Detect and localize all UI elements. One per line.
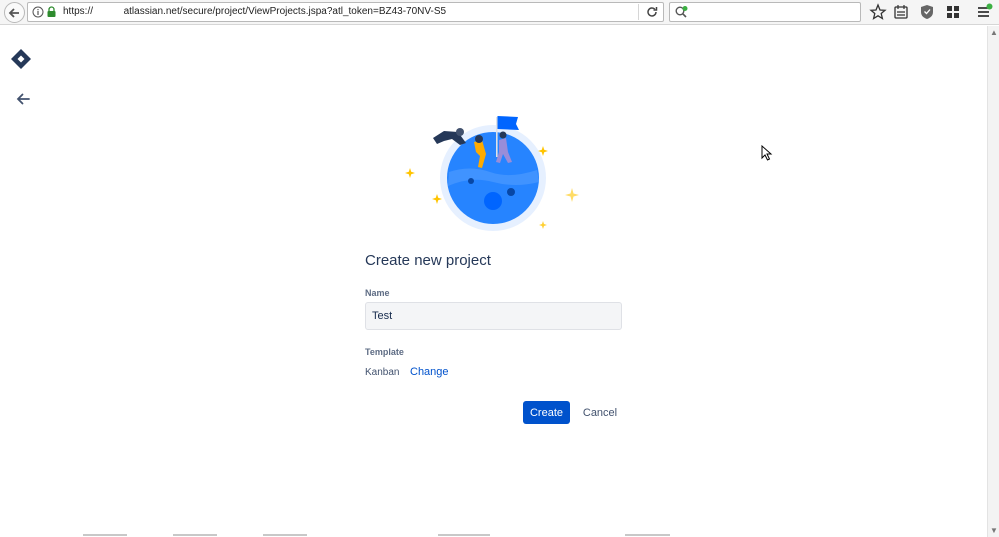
reading-list-icon[interactable] xyxy=(892,3,910,21)
page-title: Create new project xyxy=(365,252,491,269)
search-bar[interactable] xyxy=(669,2,861,22)
scroll-up-icon[interactable]: ▲ xyxy=(990,28,998,37)
vertical-scrollbar[interactable]: ▲ ▼ xyxy=(987,26,999,537)
extensions-icon[interactable] xyxy=(944,3,962,21)
create-button[interactable]: Create xyxy=(523,401,570,424)
search-icon xyxy=(675,6,688,18)
url-path: atlassian.net/secure/project/ViewProject… xyxy=(123,6,447,17)
url-bar[interactable]: https:// atlassian.net/secure/project/Vi… xyxy=(27,2,664,22)
url-scheme: https:// xyxy=(63,6,94,17)
page-content xyxy=(0,26,987,537)
url-divider xyxy=(638,4,639,20)
star-icon[interactable] xyxy=(869,3,887,21)
name-label: Name xyxy=(365,288,390,298)
change-template-link[interactable]: Change xyxy=(410,366,449,378)
menu-icon[interactable] xyxy=(975,3,993,21)
template-label: Template xyxy=(365,347,404,357)
lock-icon[interactable] xyxy=(46,6,57,18)
template-value: Kanban xyxy=(365,367,400,378)
browser-toolbar: https:// atlassian.net/secure/project/Vi… xyxy=(0,0,999,25)
jira-logo-icon[interactable] xyxy=(10,48,32,70)
back-icon xyxy=(8,8,19,18)
project-name-input[interactable] xyxy=(365,302,622,330)
arrow-left-icon[interactable] xyxy=(15,92,31,106)
browser-back-button[interactable] xyxy=(4,2,25,23)
reload-icon[interactable] xyxy=(645,5,659,19)
scroll-down-icon[interactable]: ▼ xyxy=(990,526,998,535)
cancel-button[interactable]: Cancel xyxy=(579,401,621,424)
mouse-cursor-icon xyxy=(761,145,773,161)
info-icon[interactable] xyxy=(32,6,44,18)
shield-icon[interactable] xyxy=(918,3,936,21)
url-text[interactable]: https:// atlassian.net/secure/project/Vi… xyxy=(63,6,446,17)
planet-illustration xyxy=(405,116,579,231)
